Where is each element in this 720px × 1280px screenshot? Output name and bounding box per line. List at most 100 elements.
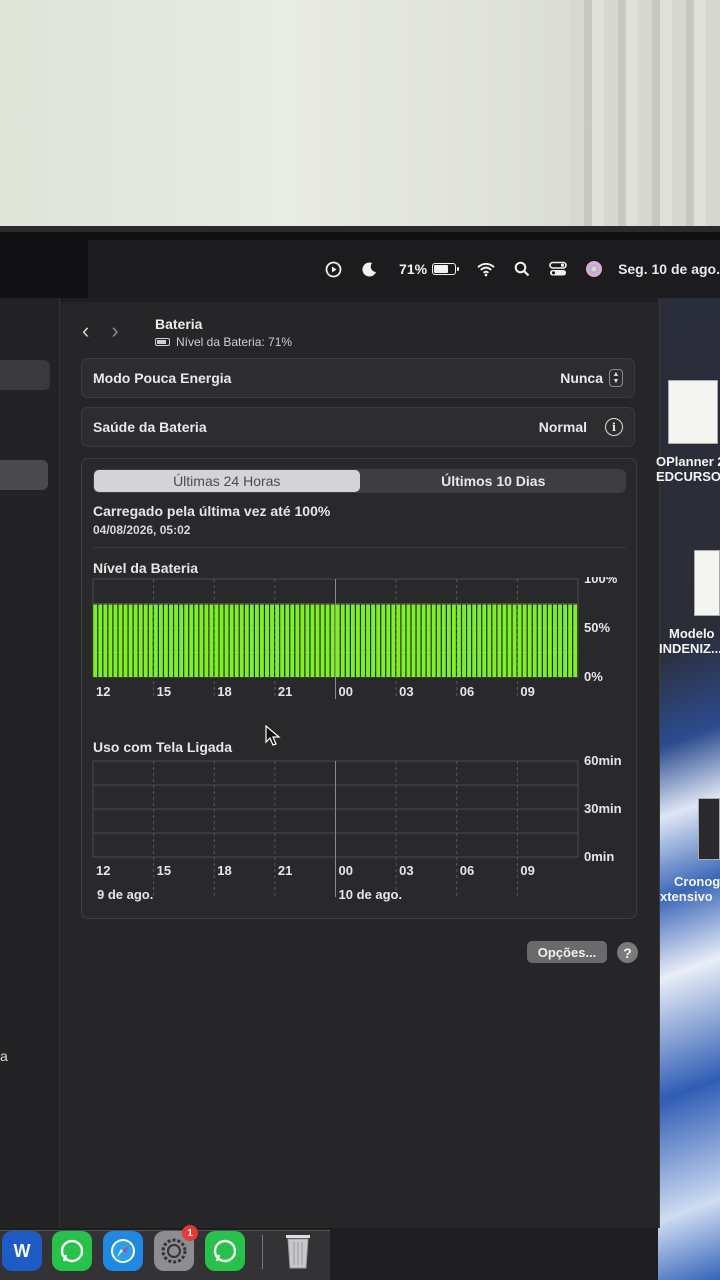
settings-sidebar: a xyxy=(0,298,60,1228)
document-thumbnail[interactable] xyxy=(668,380,718,444)
menubar-date[interactable]: Seg. 10 de ago. xyxy=(618,261,720,277)
battery-bar xyxy=(340,604,345,677)
info-icon[interactable]: i xyxy=(605,418,623,436)
battery-bar xyxy=(93,604,98,677)
battery-menu[interactable]: 71% xyxy=(399,261,468,277)
battery-percent: 71% xyxy=(399,261,428,277)
desktop-icon-label[interactable]: Modelo INDENIZ... xyxy=(659,626,720,656)
battery-bar xyxy=(487,604,492,677)
y-tick-label: 50% xyxy=(584,620,610,635)
desktop-icon-label[interactable]: Cronog xtensivo xyxy=(660,874,720,904)
battery-bar xyxy=(239,604,244,677)
battery-bar xyxy=(517,604,522,677)
x-tick-label: 12 xyxy=(96,863,110,878)
battery-bar xyxy=(411,604,416,677)
options-button[interactable]: Opções... xyxy=(527,941,607,963)
sidebar-selected-item[interactable] xyxy=(0,460,48,490)
x-tick-label: 00 xyxy=(339,684,353,699)
word-icon[interactable]: W xyxy=(2,1231,42,1271)
document-thumbnail[interactable] xyxy=(694,550,720,616)
control-center-icon[interactable] xyxy=(549,260,567,278)
battery-bar xyxy=(356,604,360,677)
forward-chevron-icon[interactable]: › xyxy=(111,318,118,344)
battery-bar xyxy=(209,604,214,677)
battery-bar xyxy=(421,604,426,677)
battery-bar xyxy=(330,604,335,677)
help-button[interactable]: ? xyxy=(617,942,638,963)
focus-moon-icon[interactable] xyxy=(360,260,378,278)
battery-bar xyxy=(462,604,466,677)
navigation-arrows: ‹ › xyxy=(82,318,119,344)
popup-stepper-icon: ▲ ▼ xyxy=(609,369,623,387)
battery-bar xyxy=(260,604,264,677)
battery-bar xyxy=(320,604,325,677)
battery-bar xyxy=(275,604,280,677)
battery-bar xyxy=(244,604,249,677)
battery-bar xyxy=(295,604,300,677)
battery-bar xyxy=(553,604,557,677)
battery-bar xyxy=(522,604,527,677)
battery-bar xyxy=(158,604,163,677)
battery-bar xyxy=(285,604,290,677)
x-tick-label: 15 xyxy=(157,684,171,699)
low-power-mode-popup[interactable]: Nunca ▲ ▼ xyxy=(560,369,623,387)
x-tick-label: 09 xyxy=(520,684,534,699)
battery-bar xyxy=(153,604,158,677)
battery-icon xyxy=(432,263,460,275)
battery-level-chart: 100% 50% 0% 12 15 18 21 00 03 06 09 xyxy=(92,577,618,699)
battery-bar xyxy=(133,604,138,677)
trash-icon[interactable] xyxy=(278,1231,318,1271)
y-tick-label: 30min xyxy=(584,801,622,816)
divider xyxy=(93,547,626,548)
x-tick-label: 00 xyxy=(339,863,353,878)
battery-bar xyxy=(280,604,285,677)
search-icon[interactable] xyxy=(513,260,531,278)
battery-bar xyxy=(457,604,461,677)
battery-bar xyxy=(467,604,472,677)
siri-icon[interactable] xyxy=(585,260,603,278)
settings-icon[interactable]: 1 xyxy=(154,1225,198,1271)
battery-bar xyxy=(138,604,143,677)
last-charged-date: 04/08/2026, 05:02 xyxy=(93,523,191,537)
low-power-mode-row: Modo Pouca Energia Nunca ▲ ▼ xyxy=(81,358,635,398)
desktop-icon-label[interactable]: OPlanner 2 EDCURSO. xyxy=(656,454,720,484)
safari-icon[interactable] xyxy=(103,1231,143,1271)
battery-bar xyxy=(315,604,320,677)
battery-bar xyxy=(406,604,411,677)
battery-bar xyxy=(214,604,219,677)
battery-bar xyxy=(512,604,517,677)
battery-bar xyxy=(189,604,194,677)
mouse-cursor-icon xyxy=(265,725,281,746)
battery-bar xyxy=(113,604,118,677)
play-circle-icon[interactable] xyxy=(324,260,342,278)
y-tick-label: 0% xyxy=(584,669,603,684)
document-thumbnail[interactable] xyxy=(698,798,720,860)
x-tick-label: 06 xyxy=(460,684,474,699)
battery-bar xyxy=(426,604,431,677)
back-chevron-icon[interactable]: ‹ xyxy=(82,318,89,344)
x-tick-label: 03 xyxy=(399,684,413,699)
battery-bar xyxy=(472,604,477,677)
wifi-icon[interactable] xyxy=(477,260,495,278)
battery-bar xyxy=(527,604,532,677)
battery-bar xyxy=(563,604,567,677)
tab-last-24-hours[interactable]: Últimas 24 Horas xyxy=(94,470,360,492)
whatsapp-icon[interactable] xyxy=(205,1231,245,1271)
sidebar-search-field[interactable] xyxy=(0,360,50,390)
battery-bar xyxy=(482,604,487,677)
tab-last-10-days[interactable]: Últimos 10 Dias xyxy=(361,469,627,493)
battery-bar xyxy=(537,604,542,677)
screen-usage-chart: 60min 30min 0min 12 15 18 21 00 03 06 09 9 de ago. 1… xyxy=(92,755,622,902)
battery-bar xyxy=(219,604,224,677)
battery-bar xyxy=(361,604,365,677)
battery-bar xyxy=(325,604,330,677)
x-tick-label: 21 xyxy=(278,863,292,878)
battery-bar xyxy=(386,604,391,677)
battery-bar xyxy=(401,604,406,677)
x-tick-label: 03 xyxy=(399,863,413,878)
battery-bar xyxy=(376,604,381,677)
whatsapp-icon[interactable] xyxy=(52,1231,92,1271)
battery-bar xyxy=(507,604,512,677)
battery-usage-panel: Últimas 24 Horas Últimos 10 Dias Carrega… xyxy=(81,458,637,919)
low-power-mode-value: Nunca xyxy=(560,370,603,386)
